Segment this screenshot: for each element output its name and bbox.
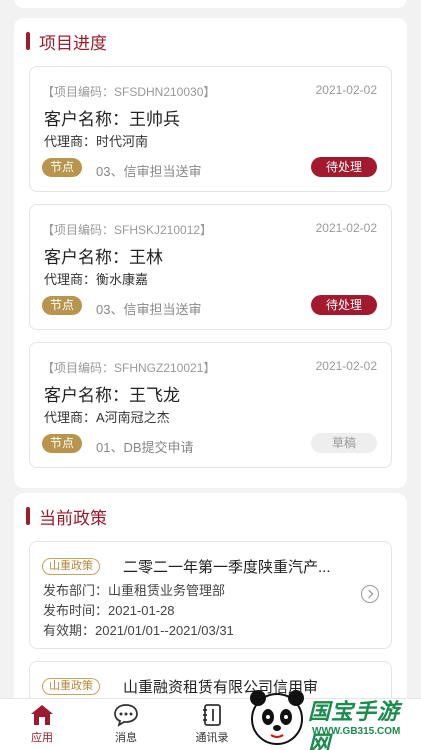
node-text: 03、信审担当送审 [96, 302, 202, 317]
project-code: 【项目编码：SFHSKJ210012】 [42, 223, 213, 237]
section-marker [26, 32, 30, 50]
node-text: 01、DB提交申请 [96, 440, 194, 455]
node-tag: 节点 [42, 434, 82, 453]
policy-card[interactable]: 山重政策 二零二一年第一季度陕重汽产... 发布部门：山重租赁业务管理部 发布时… [29, 541, 392, 649]
status-badge[interactable]: 待处理 [311, 295, 377, 315]
tab-apps[interactable]: 应用 [12, 703, 72, 745]
progress-section: 项目进度 【项目编码：SFSDHN210030】 2021-02-02 客户名称… [14, 18, 407, 488]
progress-header: 项目进度 [14, 18, 407, 64]
tab-messages[interactable]: 消息 [96, 703, 156, 745]
agent-name: 代理商：A河南冠之杰 [44, 410, 170, 425]
tab-label: 应用 [31, 732, 53, 744]
status-badge[interactable]: 草稿 [311, 433, 377, 453]
agent-name: 代理商：时代河南 [44, 134, 149, 149]
status-badge[interactable]: 待处理 [311, 157, 377, 177]
section-marker [26, 507, 30, 525]
customer-name: 客户名称：王帅兵 [44, 110, 180, 129]
customer-name: 客户名称：王飞龙 [44, 386, 180, 405]
customer-name: 客户名称：王林 [44, 248, 163, 267]
tab-label: 通讯录 [195, 732, 229, 744]
section-title: 当前政策 [39, 508, 107, 528]
policy-header: 当前政策 [14, 493, 407, 539]
project-card[interactable]: 【项目编码：SFHNGZ210021】 2021-02-02 客户名称：王飞龙 … [29, 342, 392, 468]
policy-title: 二零二一年第一季度陕重汽产... [123, 559, 331, 576]
project-code: 【项目编码：SFHNGZ210021】 [42, 361, 216, 375]
home-icon [31, 705, 53, 725]
site-watermark: 国宝手游网 WWW.GB315.COM [246, 686, 421, 750]
watermark-text: 国宝手游网 [308, 699, 401, 750]
watermark-url: WWW.GB315.COM [312, 726, 401, 737]
agent-name: 代理商：衡水康嘉 [44, 272, 149, 287]
policy-valid: 有效期：2021/01/01--2021/03/31 [43, 623, 234, 638]
node-tag: 节点 [42, 296, 82, 315]
project-date: 2021-02-02 [315, 221, 377, 235]
project-card[interactable]: 【项目编码：SFHSKJ210012】 2021-02-02 客户名称：王林 代… [29, 204, 392, 330]
tab-contacts[interactable]: 通讯录 [182, 703, 242, 745]
section-title: 项目进度 [39, 33, 107, 53]
policy-tag: 山重政策 [42, 558, 100, 575]
panda-logo-icon [250, 690, 304, 745]
policy-dept: 发布部门：山重租赁业务管理部 [43, 583, 226, 598]
message-icon [114, 704, 138, 727]
contacts-icon [203, 704, 221, 726]
previous-section-stub [14, 0, 407, 8]
project-card[interactable]: 【项目编码：SFSDHN210030】 2021-02-02 客户名称：王帅兵 … [29, 66, 392, 192]
node-tag: 节点 [42, 158, 82, 177]
policy-time: 发布时间：2021-01-28 [43, 603, 175, 618]
project-code: 【项目编码：SFSDHN210030】 [42, 85, 216, 99]
node-text: 03、信审担当送审 [96, 164, 202, 179]
policy-tag: 山重政策 [42, 678, 100, 695]
tab-label: 消息 [115, 732, 137, 744]
project-date: 2021-02-02 [315, 359, 377, 373]
chevron-right-icon[interactable] [361, 585, 379, 603]
project-date: 2021-02-02 [315, 83, 377, 97]
